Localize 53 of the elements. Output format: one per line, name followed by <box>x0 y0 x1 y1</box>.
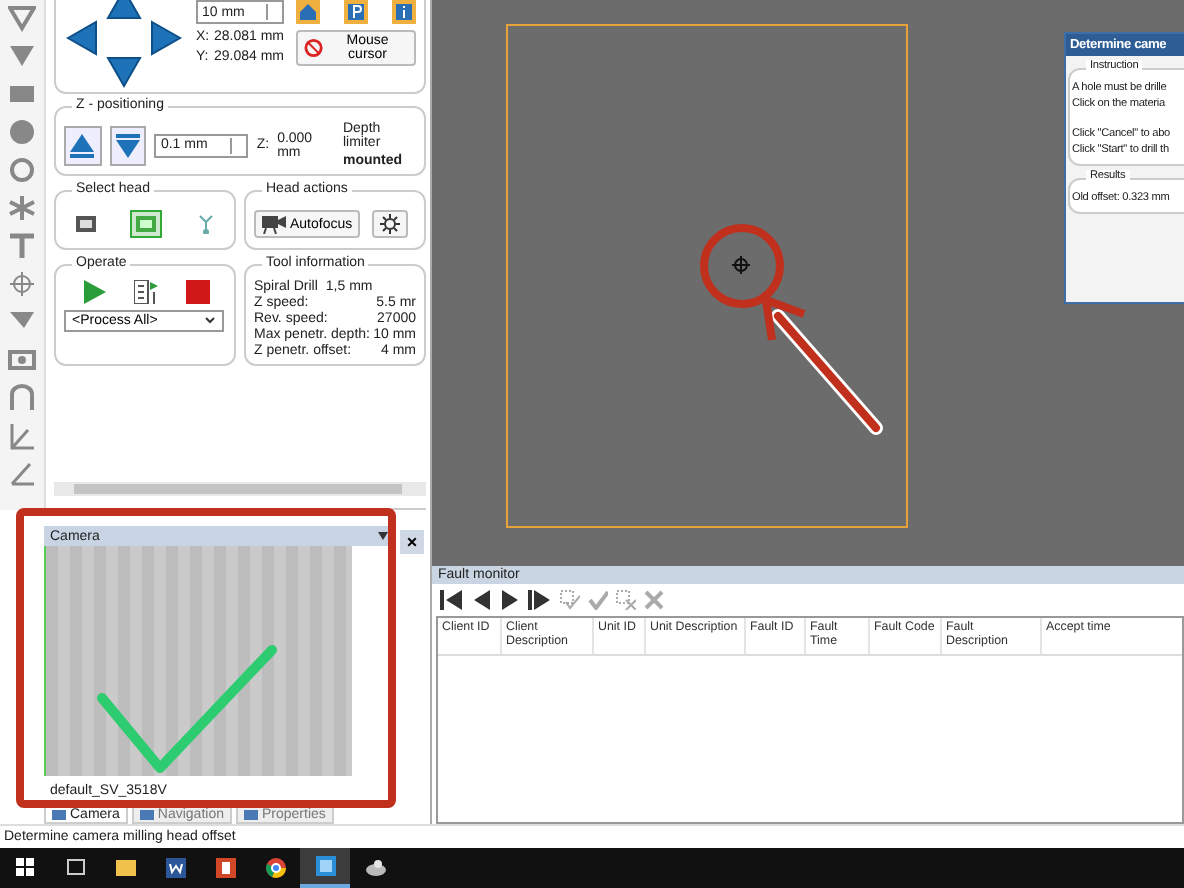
folder-icon <box>115 858 135 878</box>
app-window-icon <box>315 856 335 876</box>
horizontal-scrollbar[interactable] <box>54 482 426 496</box>
drill-bit-icon <box>193 214 217 234</box>
step-run-icon[interactable] <box>133 280 157 304</box>
machine-icon <box>365 858 385 878</box>
browser-icon <box>265 858 285 878</box>
pointer-arrow <box>762 296 883 435</box>
play-icon[interactable] <box>81 280 105 304</box>
last-icon[interactable] <box>528 590 552 610</box>
parking-icon[interactable] <box>344 0 368 24</box>
settings-icon <box>380 214 401 234</box>
triangle-icon[interactable] <box>8 42 36 70</box>
text-tool-icon[interactable] <box>8 232 36 260</box>
down-arrow-icon <box>114 131 143 159</box>
no-cursor-icon <box>304 38 324 58</box>
highlight-circle <box>700 224 784 308</box>
rectangle-icon[interactable] <box>8 80 36 108</box>
camera-icon <box>262 214 286 234</box>
stop-icon[interactable] <box>185 280 209 304</box>
task-view-icon <box>65 858 85 878</box>
info-icon[interactable] <box>392 0 416 24</box>
z-down-button[interactable] <box>109 125 147 165</box>
dropdown-arrow-icon[interactable] <box>378 532 388 540</box>
z-up-button[interactable] <box>64 125 102 165</box>
chevron-down-icon <box>204 314 216 326</box>
arch-icon[interactable] <box>8 384 36 412</box>
ring-icon[interactable] <box>8 156 36 184</box>
next-icon[interactable] <box>500 590 520 610</box>
slope-icon[interactable] <box>8 460 36 488</box>
windows-logo-icon <box>15 858 35 878</box>
camera-head-icon <box>133 214 157 234</box>
tab-icon <box>52 808 66 822</box>
triangle-outline-icon[interactable] <box>8 4 36 32</box>
word-processor-icon <box>165 858 185 878</box>
home-icon[interactable] <box>296 0 320 24</box>
check-icon[interactable] <box>588 590 608 610</box>
presentation-icon <box>215 858 235 878</box>
taskbar-button[interactable] <box>300 848 350 888</box>
previous-icon[interactable] <box>472 590 492 610</box>
tab-icon <box>243 808 258 822</box>
first-icon[interactable] <box>440 590 464 610</box>
frame-icon[interactable] <box>8 346 36 374</box>
tab-icon <box>139 808 154 822</box>
circle-icon[interactable] <box>8 118 36 146</box>
angle-icon[interactable] <box>8 422 36 450</box>
settings-button[interactable] <box>372 210 409 238</box>
crosshair-icon[interactable] <box>8 270 36 298</box>
camera-head-icon <box>73 214 97 234</box>
close-button[interactable]: × <box>400 530 424 554</box>
crosshair-icon <box>732 256 750 274</box>
asterisk-icon[interactable] <box>8 194 36 222</box>
up-arrow-icon <box>68 131 97 159</box>
